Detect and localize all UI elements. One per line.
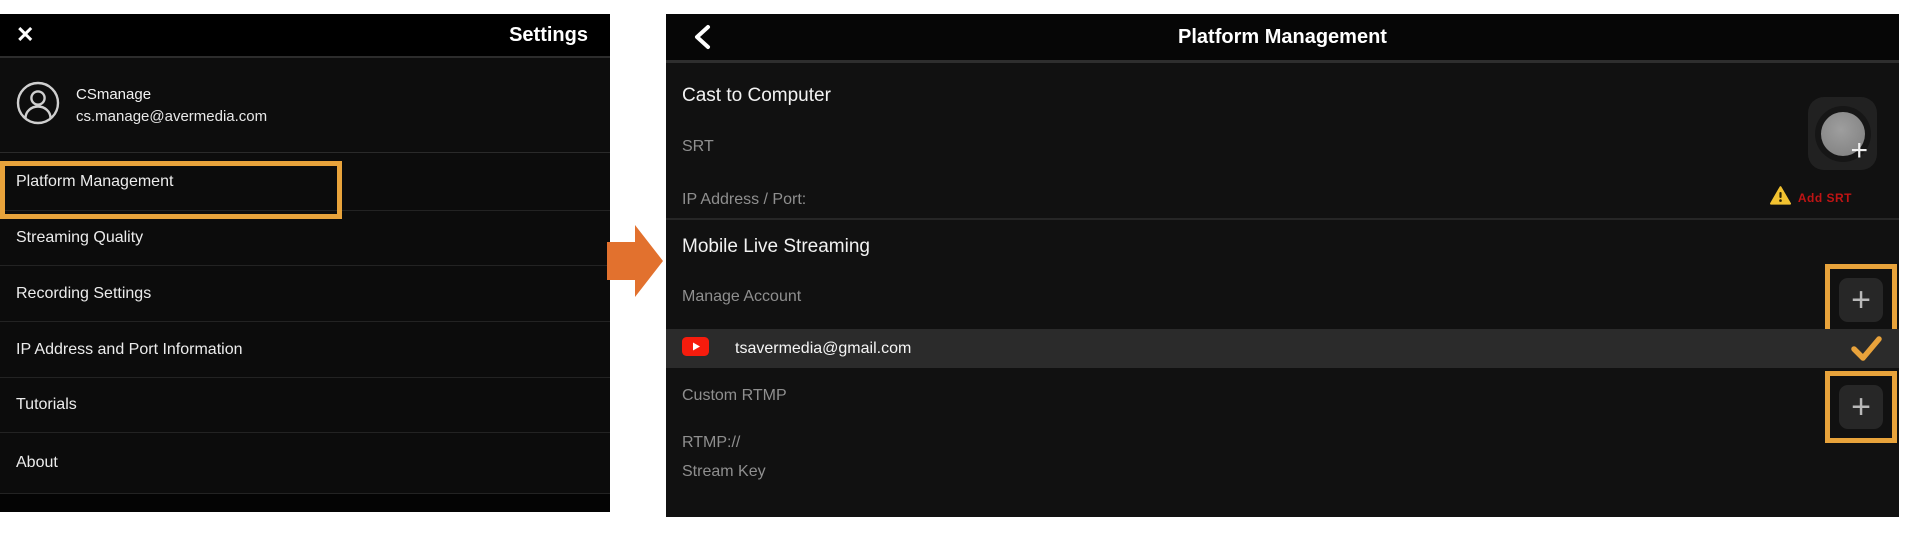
page-title: Platform Management xyxy=(1178,26,1387,49)
mobile-live-streaming-label: Mobile Live Streaming xyxy=(682,236,870,258)
screenshot-canvas: ✕ Settings CSmanage cs.manage@avermedia.… xyxy=(0,0,1908,546)
menu-item-about[interactable]: About xyxy=(0,433,610,494)
menu-item-label: Platform Management xyxy=(16,173,173,191)
cast-to-computer-label: Cast to Computer xyxy=(682,85,831,107)
youtube-account-row[interactable]: tsavermedia@gmail.com xyxy=(666,329,1899,368)
settings-panel: ✕ Settings CSmanage cs.manage@avermedia.… xyxy=(0,14,610,512)
menu-item-ip-address-port[interactable]: IP Address and Port Information xyxy=(0,322,610,378)
menu-item-label: IP Address and Port Information xyxy=(16,341,243,359)
plus-icon: + xyxy=(1851,285,1871,316)
menu-item-tutorials[interactable]: Tutorials xyxy=(0,378,610,433)
account-row[interactable]: CSmanage cs.manage@avermedia.com xyxy=(0,58,610,153)
menu-item-platform-management[interactable]: Platform Management xyxy=(0,153,610,211)
add-rtmp-button[interactable]: + xyxy=(1839,385,1883,429)
person-circle-icon xyxy=(16,81,60,130)
youtube-account-email: tsavermedia@gmail.com xyxy=(735,340,911,358)
highlight-box-add-account: + xyxy=(1825,264,1897,336)
add-srt-warning[interactable]: Add SRT xyxy=(1770,186,1852,210)
plus-icon: + xyxy=(1850,136,1868,166)
menu-item-recording-settings[interactable]: Recording Settings xyxy=(0,266,610,322)
menu-item-label: Tutorials xyxy=(16,396,77,414)
manage-account-label: Manage Account xyxy=(682,288,801,306)
menu-item-streaming-quality[interactable]: Streaming Quality xyxy=(0,211,610,266)
cast-device-add-icon[interactable]: + xyxy=(1808,97,1877,170)
stream-key-label: Stream Key xyxy=(682,463,766,481)
menu-item-label: Streaming Quality xyxy=(16,229,143,247)
plus-icon: + xyxy=(1851,392,1871,423)
add-srt-label: Add SRT xyxy=(1798,191,1852,205)
custom-rtmp-label: Custom RTMP xyxy=(682,387,787,405)
account-email: cs.manage@avermedia.com xyxy=(76,108,267,125)
highlight-box-add-rtmp: + xyxy=(1825,371,1897,443)
menu-item-label: Recording Settings xyxy=(16,285,151,303)
settings-header: ✕ Settings xyxy=(0,14,610,58)
warning-icon xyxy=(1770,186,1791,210)
account-name: CSmanage xyxy=(76,86,267,103)
flow-arrow-icon xyxy=(604,225,663,302)
section-divider xyxy=(666,218,1899,220)
checkmark-icon xyxy=(1850,336,1882,367)
panel-bottom-strip xyxy=(0,494,610,512)
settings-title: Settings xyxy=(509,24,588,47)
srt-label: SRT xyxy=(682,138,714,156)
close-icon[interactable]: ✕ xyxy=(16,24,34,46)
menu-item-label: About xyxy=(16,454,58,472)
youtube-icon xyxy=(682,337,709,361)
platform-management-panel: Platform Management Cast to Computer SRT… xyxy=(666,14,1899,517)
platform-management-header: Platform Management xyxy=(666,14,1899,63)
back-chevron-icon[interactable] xyxy=(688,23,716,51)
rtmp-url-label: RTMP:// xyxy=(682,434,740,452)
add-account-button[interactable]: + xyxy=(1839,278,1883,322)
ip-address-port-label: IP Address / Port: xyxy=(682,191,806,209)
